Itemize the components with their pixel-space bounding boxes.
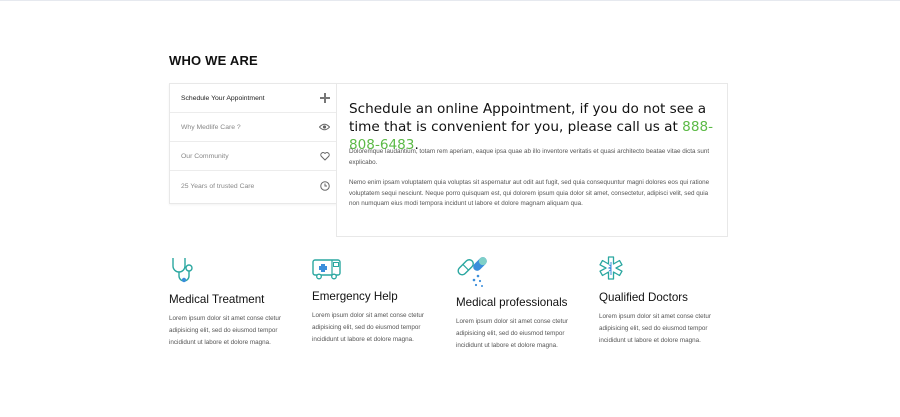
panel-heading: Schedule an online Appointment, if you d…: [349, 100, 719, 154]
panel-heading-text: Schedule an online Appointment, if you d…: [349, 101, 707, 135]
tab-trusted-care[interactable]: 25 Years of trusted Care: [170, 171, 337, 201]
tab-schedule-appointment[interactable]: Schedule Your Appointment: [170, 84, 337, 113]
tab-content-panel: Schedule an online Appointment, if you d…: [336, 83, 728, 237]
tab-why-medlife[interactable]: Why Medlife Care ?: [170, 113, 337, 142]
heart-icon: [319, 151, 330, 162]
feature-description: Lorem ipsum dolor sit amet conse ctetur …: [312, 312, 424, 344]
plus-icon: [319, 93, 330, 104]
feature-medical-professionals: Medical professionals Lorem ipsum dolor …: [456, 256, 586, 356]
panel-paragraph-2: Nemo enim ipsam voluptatem quia voluptas…: [349, 179, 710, 207]
tab-label: Why Medlife Care ?: [181, 123, 241, 131]
feature-description: Lorem ipsum dolor sit amet conse ctetur …: [456, 318, 568, 350]
tab-list: Schedule Your Appointment Why Medlife Ca…: [169, 83, 338, 204]
stethoscope-icon: [169, 256, 195, 289]
section-title: WHO WE ARE: [169, 53, 258, 68]
feature-title: Medical professionals: [456, 296, 568, 309]
pills-icon: [456, 256, 488, 293]
tab-label: 25 Years of trusted Care: [181, 182, 255, 190]
feature-title: Medical Treatment: [169, 293, 265, 306]
feature-description: Lorem ipsum dolor sit amet conse ctetur …: [169, 315, 281, 347]
feature-description: Lorem ipsum dolor sit amet conse ctetur …: [599, 313, 711, 345]
tab-label: Schedule Your Appointment: [181, 94, 265, 102]
feature-medical-treatment: Medical Treatment Lorem ipsum dolor sit …: [169, 256, 299, 356]
top-divider: [0, 0, 900, 1]
tab-label: Our Community: [181, 152, 229, 160]
panel-paragraph-1: Doloremque laudantium, totam rem aperiam…: [349, 148, 710, 166]
medical-star-icon: [599, 256, 623, 285]
eye-icon: [319, 122, 330, 133]
clock-icon: [319, 181, 330, 192]
ambulance-icon: [312, 258, 342, 285]
tab-our-community[interactable]: Our Community: [170, 142, 337, 171]
feature-title: Emergency Help: [312, 290, 398, 303]
feature-emergency-help: Emergency Help Lorem ipsum dolor sit ame…: [312, 256, 442, 356]
feature-title: Qualified Doctors: [599, 291, 688, 304]
feature-qualified-doctors: Qualified Doctors Lorem ipsum dolor sit …: [599, 256, 729, 356]
